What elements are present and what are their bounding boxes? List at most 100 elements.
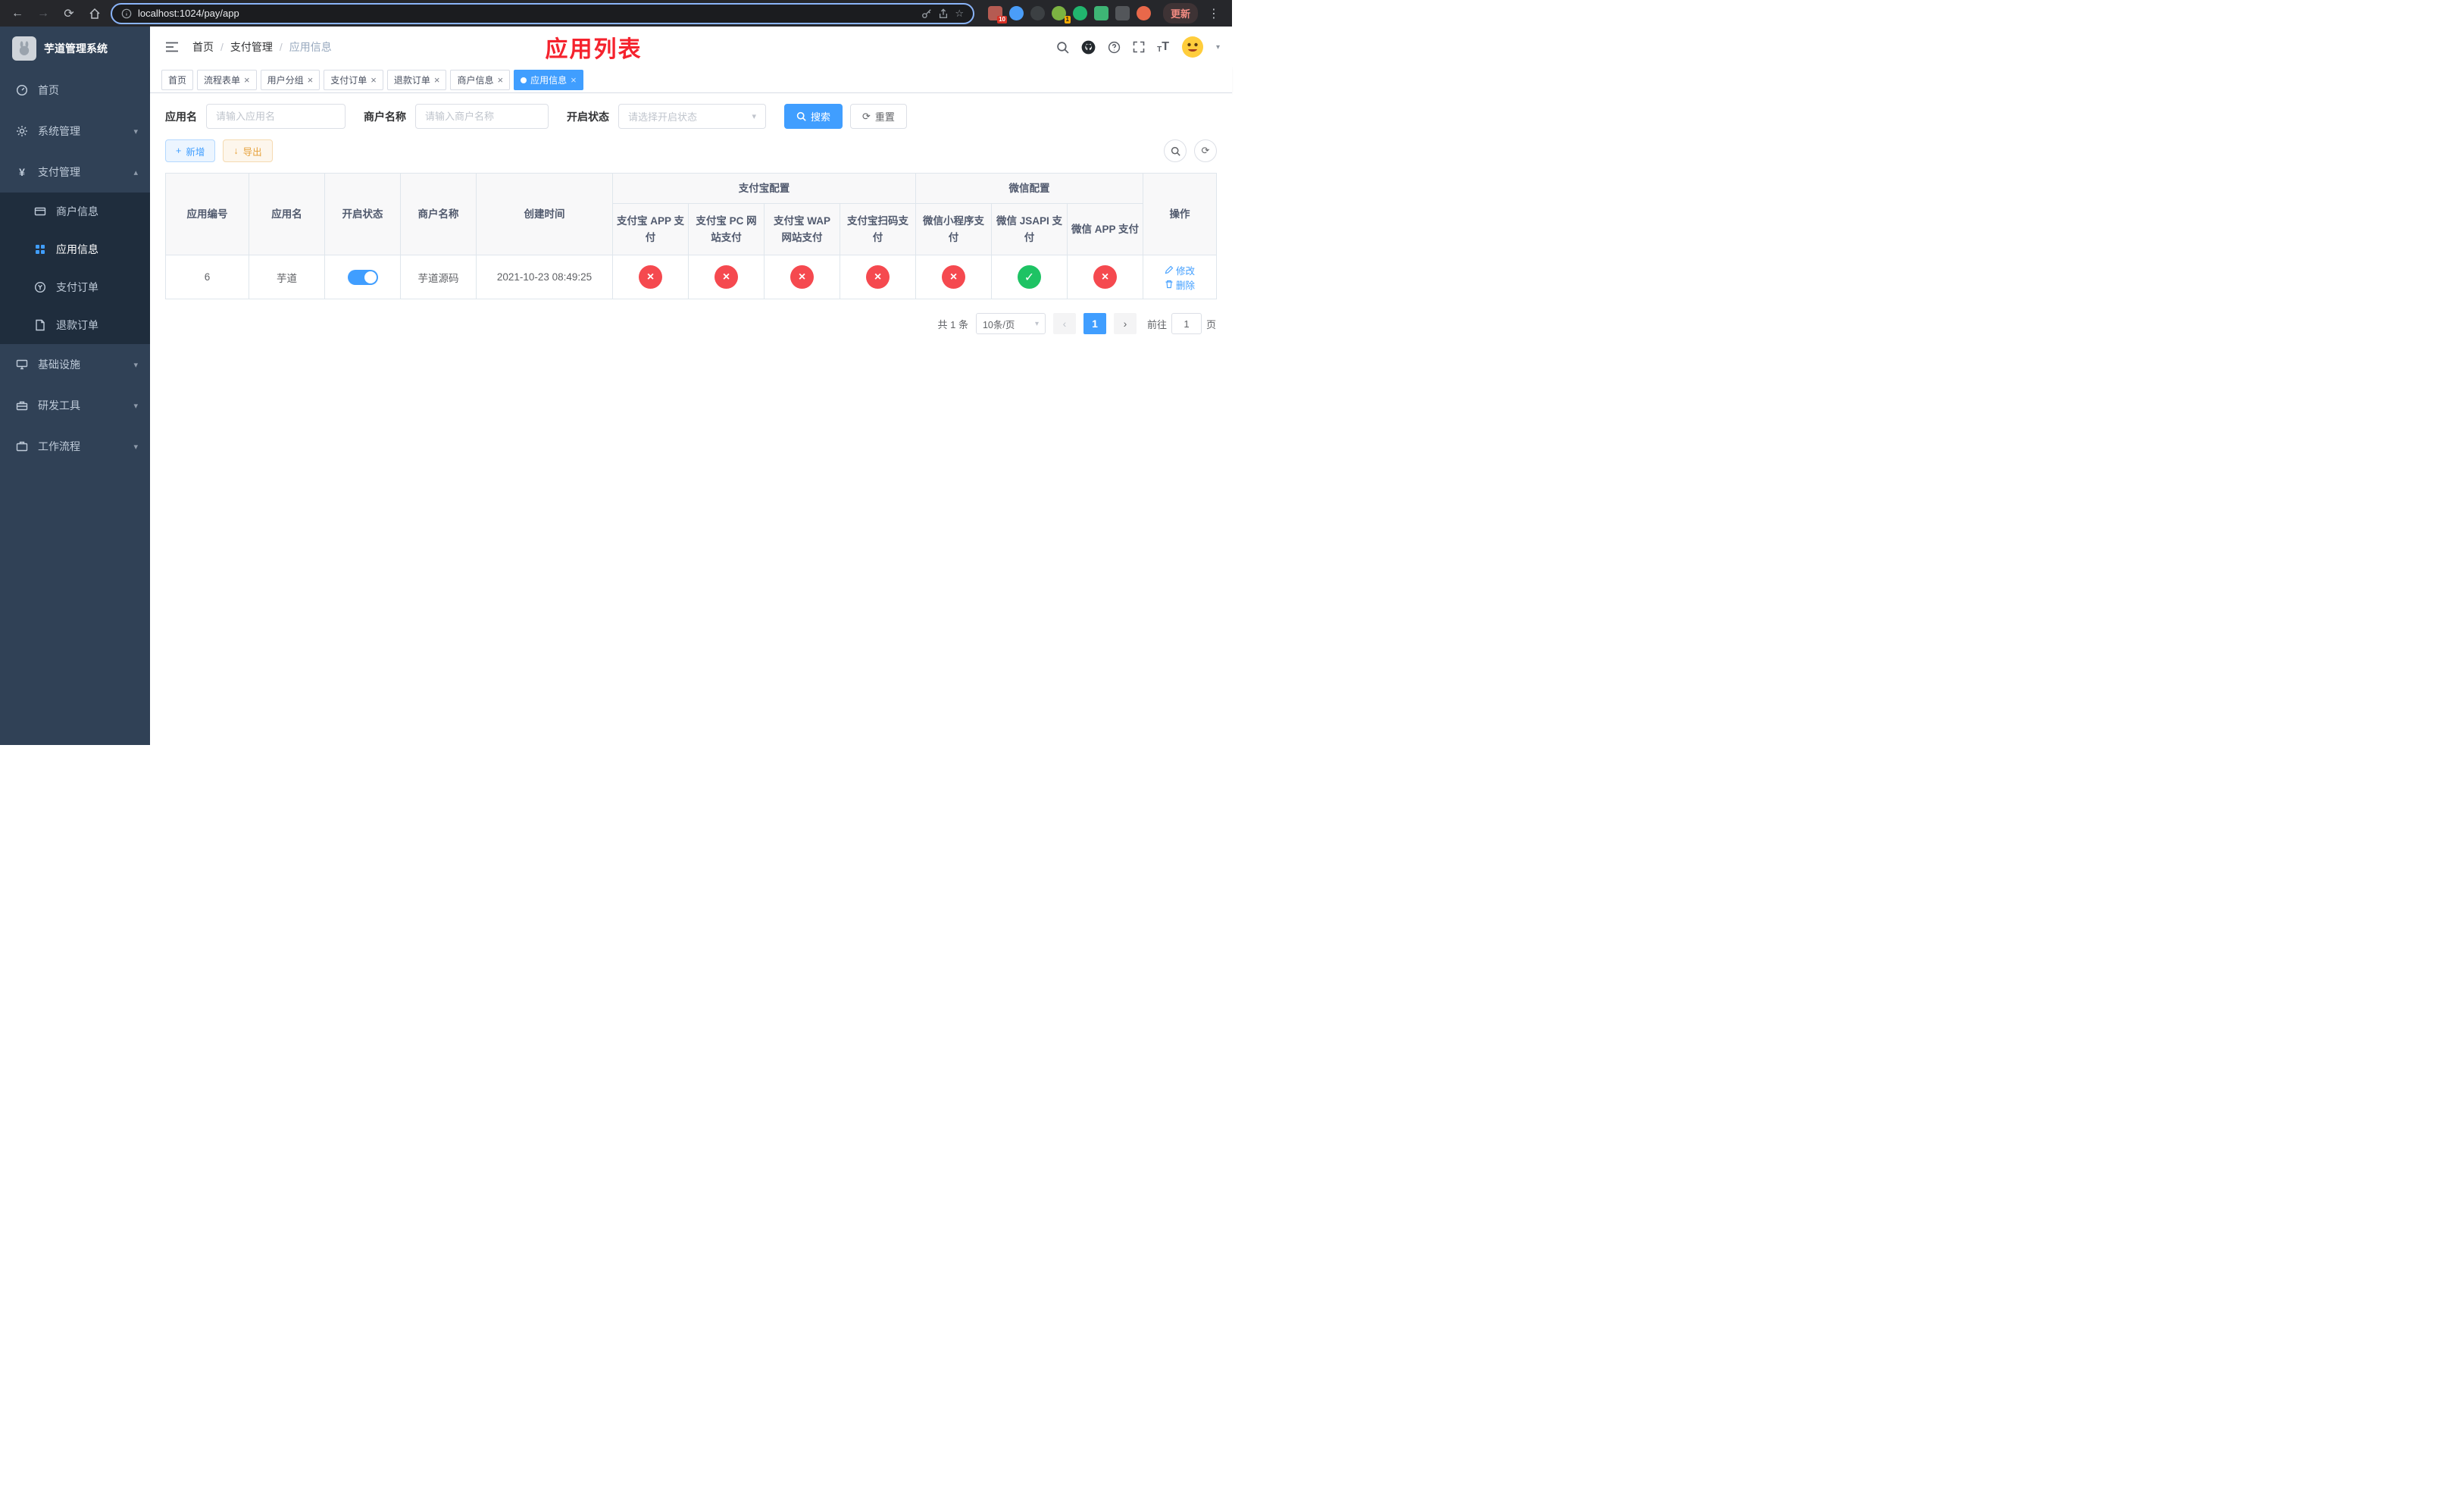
status-select[interactable]: 请选择开启状态 ▾ (618, 104, 766, 129)
chevron-down-icon: ▾ (752, 112, 756, 121)
close-icon[interactable]: × (308, 75, 314, 85)
tab-pay-order[interactable]: 支付订单 × (324, 70, 383, 90)
extension-face-icon[interactable] (1137, 6, 1151, 20)
avatar-caret-icon[interactable]: ▾ (1216, 43, 1220, 52)
search-button[interactable]: 搜索 (784, 104, 843, 129)
export-button[interactable]: ↓ 导出 (223, 139, 273, 162)
merchant-name-label: 商户名称 (364, 110, 406, 123)
goto-page-input[interactable] (1171, 313, 1202, 334)
toggle-search-button[interactable] (1164, 139, 1187, 162)
address-bar[interactable]: localhost:1024/pay/app ☆ (111, 2, 974, 24)
prev-page-button[interactable]: ‹ (1052, 313, 1076, 334)
reload-icon[interactable]: ⟳ (59, 4, 79, 23)
extension-tasks-icon[interactable]: 10 (988, 6, 1007, 23)
download-icon: ↓ (233, 146, 239, 156)
chrome-update-button[interactable]: 更新 (1163, 3, 1199, 23)
sidebar-item-infrastructure[interactable]: 基础设施 ▾ (0, 344, 150, 385)
col-merchant: 商户名称 (400, 173, 477, 255)
add-button-label: 新增 (186, 146, 205, 158)
navbar-actions: TT ▾ (1056, 36, 1220, 58)
bookmark-star-icon[interactable]: ☆ (955, 8, 964, 20)
share-icon[interactable] (938, 8, 949, 19)
sidebar-item-app-info[interactable]: 应用信息 (0, 230, 150, 268)
merchant-name-input[interactable] (415, 104, 549, 129)
tab-refund-order[interactable]: 退款订单 × (386, 70, 447, 90)
col-app-id: 应用编号 (165, 173, 249, 255)
extension-drop-icon[interactable] (1009, 6, 1024, 20)
page-number-1[interactable]: 1 (1083, 313, 1106, 334)
extension-check-icon[interactable] (1073, 6, 1087, 20)
close-icon[interactable]: × (244, 75, 250, 85)
breadcrumb: 首页 / 支付管理 / 应用信息 (192, 39, 332, 55)
breadcrumb-payment[interactable]: 支付管理 (230, 39, 273, 55)
sidebar-item-devtools[interactable]: 研发工具 ▾ (0, 385, 150, 426)
search-form: 应用名 商户名称 开启状态 请选择开启状态 ▾ 搜索 (165, 104, 1217, 129)
page-content: 应用名 商户名称 开启状态 请选择开启状态 ▾ 搜索 (150, 93, 1232, 745)
sidebar-item-refund-order[interactable]: 退款订单 (0, 306, 150, 344)
logo-row[interactable]: 芋道管理系统 (0, 27, 150, 70)
home-icon[interactable] (85, 4, 105, 23)
sidebar-item-payment[interactable]: ¥ 支付管理 ▴ (0, 152, 150, 193)
delete-button-label: 删除 (1175, 280, 1195, 291)
tab-user-group[interactable]: 用户分组 × (260, 70, 321, 90)
close-icon[interactable]: × (497, 75, 503, 85)
chevron-down-icon: ▾ (133, 127, 138, 136)
fullscreen-icon[interactable] (1133, 41, 1145, 53)
col-status: 开启状态 (324, 173, 401, 255)
breadcrumb-current: 应用信息 (289, 41, 332, 53)
col-alipay-qr: 支付宝扫码支付 (840, 203, 916, 255)
tab-process-form[interactable]: 流程表单 × (197, 70, 257, 90)
tab-label: 流程表单 (204, 75, 241, 86)
status-toggle[interactable] (347, 269, 378, 285)
password-key-icon[interactable] (921, 8, 932, 19)
url-text[interactable]: localhost:1024/pay/app (138, 8, 915, 19)
browser-menu-icon[interactable]: ⋮ (1204, 4, 1224, 23)
close-icon[interactable]: × (371, 75, 377, 85)
total-count: 共 1 条 (937, 318, 968, 330)
tab-app-info[interactable]: 应用信息 × (514, 70, 583, 90)
tab-home[interactable]: 首页 (161, 70, 194, 90)
close-icon[interactable]: × (434, 75, 440, 85)
next-page-button[interactable]: › (1113, 313, 1137, 334)
extension-globe-icon[interactable] (1030, 6, 1045, 20)
sidebar-item-merchant-info[interactable]: 商户信息 (0, 193, 150, 230)
table-row: 6 芋道 芋道源码 2021-10-23 08:49:25 × × × × × … (165, 255, 1217, 299)
cell-app-name: 芋道 (249, 255, 325, 299)
app-name-input[interactable] (206, 104, 346, 129)
export-button-label: 导出 (242, 146, 262, 158)
reset-button[interactable]: ⟳ 重置 (850, 104, 907, 129)
hamburger-icon[interactable] (162, 38, 182, 56)
github-icon[interactable] (1081, 40, 1096, 55)
close-icon[interactable]: × (571, 75, 577, 85)
font-size-big-glyph: T (1162, 40, 1169, 53)
monitor-icon (15, 358, 29, 371)
sidebar-item-pay-order[interactable]: 支付订单 (0, 268, 150, 306)
navbar: 首页 / 支付管理 / 应用信息 应用列表 T T ▾ (150, 27, 1232, 67)
help-icon[interactable] (1108, 41, 1121, 54)
cell-app-id: 6 (165, 255, 249, 299)
extension-chat-icon[interactable] (1094, 6, 1108, 20)
font-size-icon[interactable]: TT (1157, 40, 1169, 54)
delete-button[interactable]: 删除 (1165, 277, 1195, 292)
alipay-qr-status-icon: × (866, 265, 890, 289)
sidebar-item-label: 研发工具 (38, 399, 80, 412)
extension-avatar-icon[interactable]: 1 (1052, 6, 1071, 23)
search-icon[interactable] (1056, 41, 1069, 54)
page-annotation: 应用列表 (545, 37, 643, 62)
sidebar-item-home[interactable]: 首页 (0, 70, 150, 111)
sidebar-item-system[interactable]: 系统管理 ▾ (0, 111, 150, 152)
add-button[interactable]: + 新增 (165, 139, 216, 162)
extension-puzzle-icon[interactable] (1115, 6, 1130, 20)
back-icon[interactable]: ← (8, 4, 27, 23)
refresh-table-button[interactable]: ⟳ (1194, 139, 1217, 162)
tab-merchant-info[interactable]: 商户信息 × (450, 70, 511, 90)
breadcrumb-home[interactable]: 首页 (192, 39, 214, 55)
edit-button[interactable]: 修改 (1165, 263, 1195, 277)
forward-icon[interactable]: → (33, 4, 53, 23)
order-icon (33, 281, 47, 293)
site-info-icon[interactable] (121, 8, 132, 19)
sidebar-item-workflow[interactable]: 工作流程 ▾ (0, 426, 150, 467)
page-size-select[interactable]: 10条/页 ▾ (975, 313, 1046, 334)
reset-button-label: 重置 (874, 111, 895, 123)
avatar[interactable] (1181, 36, 1204, 58)
